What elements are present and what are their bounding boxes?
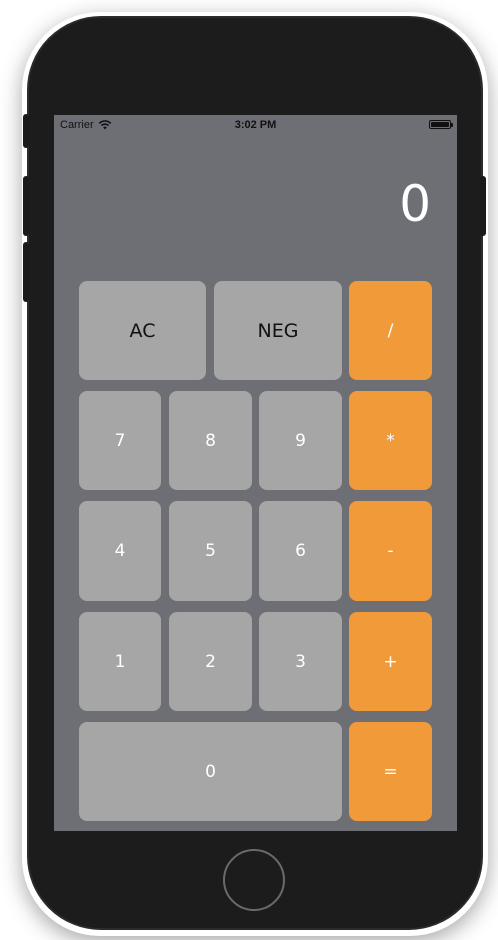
digit-7-button[interactable]: 7 (79, 391, 161, 490)
power-button (480, 176, 486, 236)
home-button[interactable] (223, 849, 285, 911)
add-button[interactable]: + (349, 612, 432, 711)
digit-0-button[interactable]: 0 (79, 722, 342, 821)
digit-1-button[interactable]: 1 (79, 612, 161, 711)
digit-4-button[interactable]: 4 (79, 501, 161, 601)
battery-icon (429, 120, 453, 129)
status-time: 3:02 PM (234, 119, 277, 131)
calculator-screen: Carrier 3:02 PM 0 AC NEG / 7 8 9 * 4 5 6… (54, 115, 457, 831)
equals-button[interactable]: = (349, 722, 432, 821)
digit-8-button[interactable]: 8 (169, 391, 252, 490)
battery-level (431, 122, 449, 127)
digit-6-button[interactable]: 6 (259, 501, 342, 601)
digit-2-button[interactable]: 2 (169, 612, 252, 711)
digit-3-button[interactable]: 3 (259, 612, 342, 711)
negate-button[interactable]: NEG (214, 281, 342, 380)
divide-button[interactable]: / (349, 281, 432, 380)
status-bar: Carrier 3:02 PM (54, 115, 457, 135)
digit-9-button[interactable]: 9 (259, 391, 342, 490)
battery-terminal (451, 123, 453, 127)
result-display: 0 (399, 175, 431, 233)
subtract-button[interactable]: - (349, 501, 432, 601)
volume-down-button (23, 242, 29, 302)
multiply-button[interactable]: * (349, 391, 432, 490)
digit-5-button[interactable]: 5 (169, 501, 252, 601)
volume-up-button (23, 176, 29, 236)
clear-button[interactable]: AC (79, 281, 206, 380)
mute-switch (23, 114, 29, 148)
